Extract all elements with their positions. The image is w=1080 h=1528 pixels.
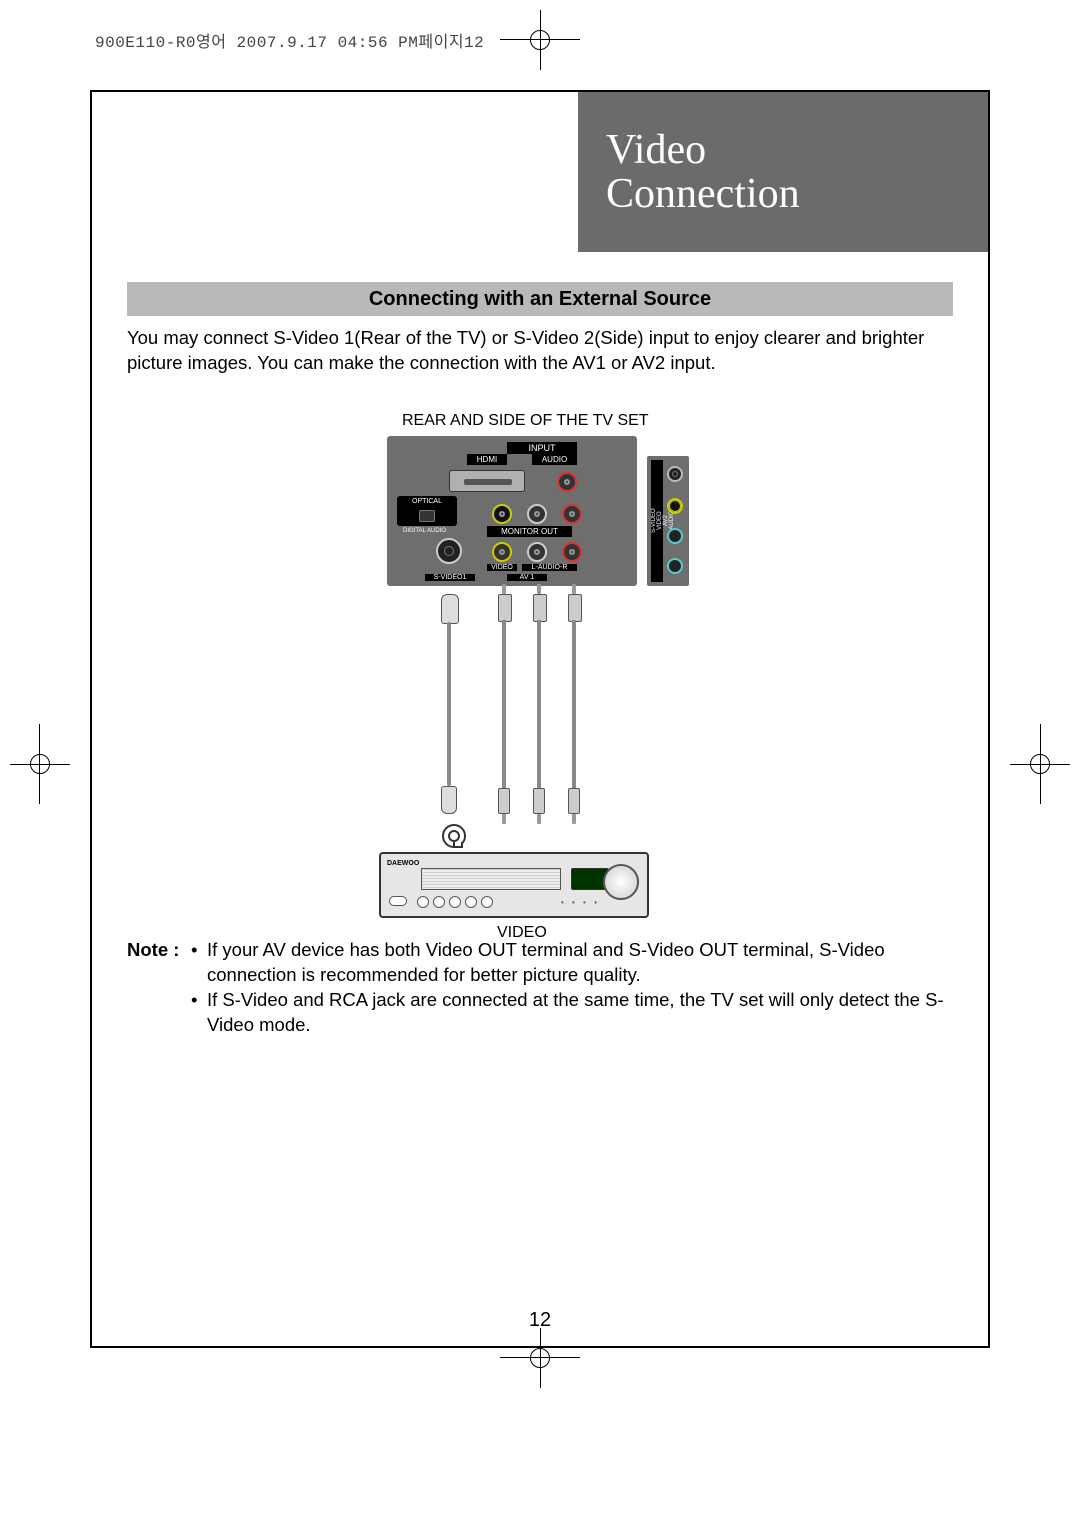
crop-mark-bottom bbox=[510, 1358, 570, 1398]
vcr-button-icon bbox=[389, 896, 407, 906]
optical-port-icon bbox=[419, 510, 435, 522]
svideo-port-icon bbox=[436, 538, 462, 564]
diagram-caption-top: REAR AND SIDE OF THE TV SET bbox=[402, 412, 649, 430]
rca-jack-icon bbox=[492, 542, 512, 562]
note-item: If your AV device has both Video OUT ter… bbox=[191, 938, 953, 988]
tv-rear-panel: INPUT HDMI AUDIO OPTICAL DIGITAL AUDIO M… bbox=[387, 436, 637, 586]
vcr-brand: DAEWOO bbox=[387, 860, 419, 867]
label-audio: AUDIO bbox=[532, 454, 577, 465]
section-heading: Connecting with an External Source bbox=[369, 288, 711, 311]
print-header: 900E110-R0영어 2007.9.17 04:56 PM페이지12 bbox=[95, 28, 484, 52]
label-hdmi: HDMI bbox=[467, 454, 507, 465]
side-panel-strip: S-VIDEO VIDEO AV2 R-AUDIO-L bbox=[651, 460, 663, 582]
rca-jack-icon bbox=[562, 542, 582, 562]
vcr-indicator-icon: • • • • bbox=[561, 898, 600, 907]
note-block: Note : If your AV device has both Video … bbox=[127, 938, 953, 1038]
title-line1: Video bbox=[606, 128, 988, 172]
label-monitor-out: MONITOR OUT bbox=[487, 526, 572, 537]
rca-jack-icon bbox=[562, 504, 582, 524]
rca-jack-icon bbox=[667, 558, 683, 574]
label-video: VIDEO bbox=[487, 564, 517, 571]
page-number: 12 bbox=[529, 1309, 551, 1332]
rca-cable-icon bbox=[530, 594, 548, 814]
vcr-tape-slot-icon bbox=[421, 868, 561, 890]
title-line2: Connection bbox=[606, 172, 988, 216]
rca-jack-icon bbox=[492, 504, 512, 524]
vcr-device-icon: DAEWOO • • • • bbox=[379, 852, 649, 918]
vcr-button-icon bbox=[465, 896, 477, 908]
page-frame: Video Connection Connecting with an Exte… bbox=[90, 90, 990, 1348]
connection-diagram: INPUT HDMI AUDIO OPTICAL DIGITAL AUDIO M… bbox=[387, 436, 727, 936]
rca-cable-icon bbox=[565, 594, 583, 814]
note-label: Note : bbox=[127, 938, 191, 1038]
rca-cable-icon bbox=[495, 594, 513, 814]
intro-text: You may connect S-Video 1(Rear of the TV… bbox=[127, 326, 953, 376]
svideo-cable-icon bbox=[435, 594, 463, 814]
rca-jack-icon bbox=[667, 528, 683, 544]
vcr-button-icon bbox=[481, 896, 493, 908]
label-svideo1: S-VIDEO1 bbox=[425, 574, 475, 581]
rca-jack-icon bbox=[527, 542, 547, 562]
vcr-button-icon bbox=[449, 896, 461, 908]
title-block: Video Connection bbox=[578, 92, 988, 252]
tv-side-panel: S-VIDEO VIDEO AV2 R-AUDIO-L bbox=[647, 456, 689, 586]
hdmi-port-icon bbox=[449, 470, 525, 492]
rca-jack-icon bbox=[667, 498, 683, 514]
svideo-jack-front-icon bbox=[442, 824, 466, 848]
vcr-jog-dial-icon bbox=[603, 864, 639, 900]
note-item: If S-Video and RCA jack are connected at… bbox=[191, 988, 953, 1038]
rca-jack-icon bbox=[557, 472, 577, 492]
label-digital-audio: DIGITAL AUDIO bbox=[397, 528, 452, 534]
crop-mark-right bbox=[1000, 734, 1040, 794]
label-av1: AV 1 bbox=[507, 574, 547, 581]
vcr-button-icon bbox=[433, 896, 445, 908]
crop-mark-top bbox=[510, 40, 570, 80]
section-heading-bar: Connecting with an External Source bbox=[127, 282, 953, 316]
svideo-port-icon bbox=[667, 466, 683, 482]
crop-mark-left bbox=[40, 734, 80, 794]
label-input: INPUT bbox=[507, 442, 577, 454]
label-l-audio-r: L-AUDIO-R bbox=[522, 564, 577, 571]
rca-jack-icon bbox=[527, 504, 547, 524]
vcr-button-icon bbox=[417, 896, 429, 908]
